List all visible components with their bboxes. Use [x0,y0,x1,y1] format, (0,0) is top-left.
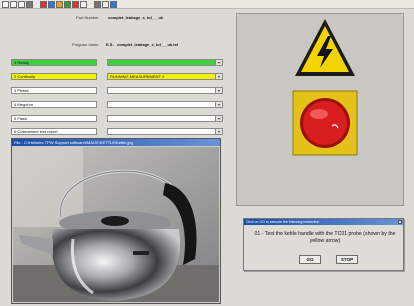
test-row-5: 5 Flash ▾ [11,115,223,123]
result-text: RUNNING MEASUREMENT X [110,74,165,79]
program-name-label: Program name [72,42,99,47]
chevron-down-icon[interactable]: ▾ [215,60,222,65]
stop-button[interactable]: STOP [336,255,358,264]
instruction-message: 01 - Test the kettle handle with the TC0… [254,231,396,244]
chevron-down-icon[interactable]: ▾ [215,116,222,121]
program-name-prefix: E.S. [106,42,114,47]
save-icon[interactable] [10,0,17,8]
image-viewer-window[interactable]: File - C:\Hellotec TPW Support software\… [11,138,221,304]
test-row-2: 2 Continuity RUNNING MEASUREMENT X ▾ [11,73,223,81]
open-icon[interactable] [26,0,33,8]
instruction-dialog: Click on GO to execute the following ins… [243,218,404,271]
copy-icon[interactable] [48,0,55,8]
step-field[interactable]: 1 Ready [11,59,97,66]
settings-icon[interactable] [102,0,109,8]
test-row-1: 1 Ready ▾ [11,59,223,67]
chevron-down-icon[interactable]: ▾ [215,102,222,107]
chart-icon[interactable] [64,0,71,8]
result-field[interactable]: ▾ [107,59,223,66]
chevron-down-icon[interactable]: ▾ [215,129,222,134]
step-field[interactable]: 3 Phase [11,87,97,94]
kettle-photo [13,147,219,302]
result-field[interactable]: ▾ [107,101,223,108]
chevron-down-icon[interactable]: ▾ [215,88,222,93]
toolbar [0,0,414,9]
paste-icon[interactable] [56,0,63,8]
result-field[interactable]: ▾ [107,128,223,135]
dialog-title: Click on GO to execute the following ins… [244,219,403,225]
flag-icon[interactable] [72,0,79,8]
high-voltage-warning-icon [295,19,355,76]
part-number-label: Part Number [76,15,99,20]
kettle-image [13,147,219,302]
step-field[interactable]: 6 Customised test report [11,128,97,135]
image-viewer-title: File - C:\Hellotec TPW Support software\… [12,139,220,146]
result-field[interactable]: ▾ [107,87,223,94]
test-row-4: 4 Megohm ▾ [11,101,223,109]
emergency-stop-button[interactable] [292,90,358,156]
go-button[interactable]: GO [299,255,321,264]
program-name-value: complet_leakage_s_tol___uk.txt [117,42,179,47]
step-field[interactable]: 2 Continuity [11,73,97,80]
close-icon[interactable] [398,220,402,224]
new-icon[interactable] [2,0,9,8]
print-icon[interactable] [18,0,25,8]
cut-icon[interactable] [40,0,47,8]
tool-icon[interactable] [94,0,101,8]
chevron-down-icon[interactable]: ▾ [215,74,222,79]
test-row-3: 3 Phase ▾ [11,87,223,95]
test-row-6: 6 Customised test report ▾ [11,128,223,136]
help-icon[interactable] [110,0,117,8]
step-field[interactable]: 5 Flash [11,115,97,122]
search-icon[interactable] [80,0,87,8]
part-number-value: complet_leakage_s_tol___uk [108,15,164,20]
result-field[interactable]: RUNNING MEASUREMENT X ▾ [107,73,223,80]
result-field[interactable]: ▾ [107,115,223,122]
stop-dome [303,101,347,145]
step-field[interactable]: 4 Megohm [11,101,97,108]
